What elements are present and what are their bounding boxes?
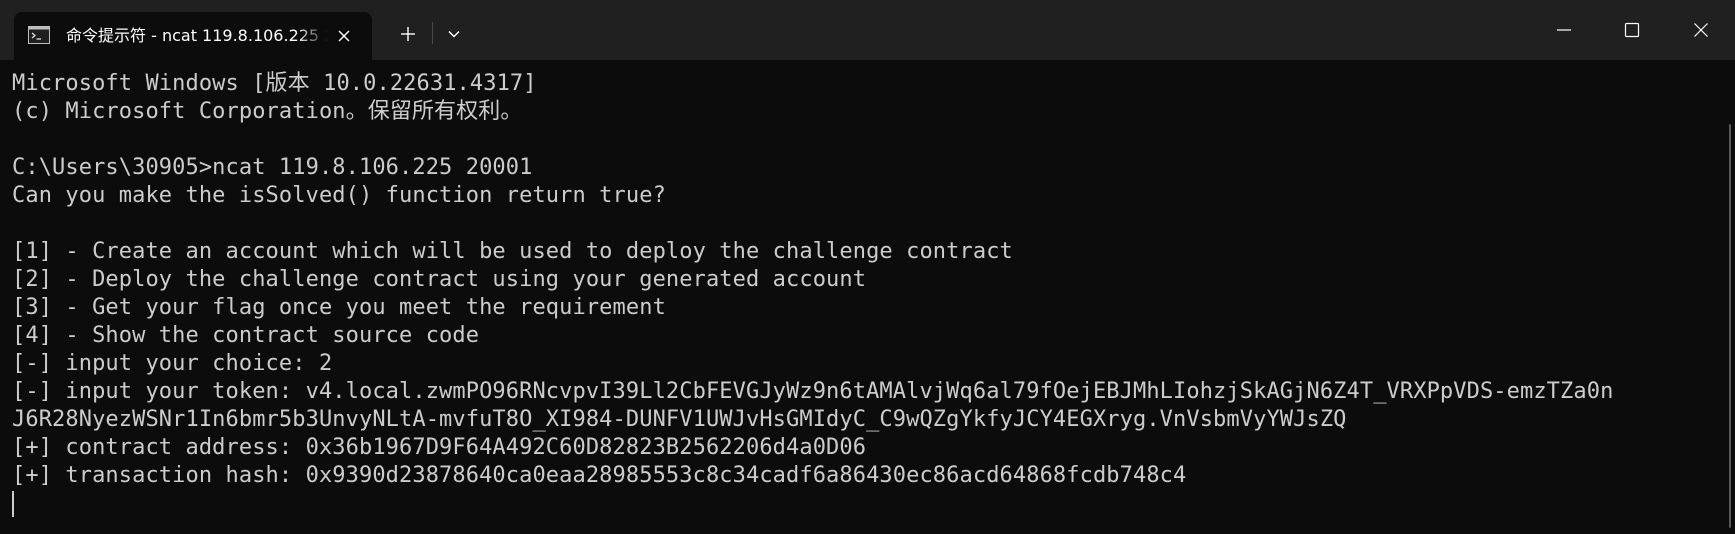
terminal-line: [-] input your choice: 2 [12,351,333,376]
terminal-line: C:\Users\30905>ncat 119.8.106.225 20001 [12,155,533,180]
text-cursor [12,491,14,517]
minimize-icon [1557,29,1571,31]
chevron-down-icon [448,31,460,38]
maximize-button[interactable] [1598,0,1666,60]
close-window-button[interactable] [1667,0,1735,60]
terminal-line: (c) Microsoft Corporation。保留所有权利。 [12,99,523,124]
terminal-lines: Microsoft Windows [版本 10.0.22631.4317] (… [12,70,1613,518]
terminal-line: [1] - Create an account which will be us… [12,239,1013,264]
tab-separator [432,22,433,44]
terminal-line: [+] contract address: 0x36b1967D9F64A492… [12,435,867,460]
terminal-output[interactable]: Microsoft Windows [版本 10.0.22631.4317] (… [0,60,1735,534]
maximize-icon [1624,22,1640,38]
plus-icon [401,27,415,41]
tab-active[interactable]: 命令提示符 - ncat 119.8.106.225 20001 [14,12,372,60]
terminal-line: Can you make the isSolved() function ret… [12,183,666,208]
new-tab-button[interactable] [388,16,428,52]
close-icon [1694,23,1708,37]
terminal-line: [-] input your token: v4.local.zwmPO96RN… [12,379,1614,404]
minimize-button[interactable] [1530,0,1598,60]
terminal-cursor-line [12,490,1613,518]
terminal-window: 命令提示符 - ncat 119.8.106.225 20001 [0,0,1735,534]
scrollbar[interactable] [1729,124,1731,528]
terminal-line: [+] transaction hash: 0x9390d23878640ca0… [12,463,1187,488]
terminal-line: J6R28NyezWSNr1In6bmr5b3UnvyNLtA-mvfuT8O_… [12,407,1347,432]
terminal-line: [3] - Get your flag once you meet the re… [12,295,666,320]
terminal-line: [4] - Show the contract source code [12,323,480,348]
tab-title: 命令提示符 - ncat 119.8.106.225 20001 [66,26,328,45]
terminal-line: [2] - Deploy the challenge contract usin… [12,267,867,292]
tab-dropdown-button[interactable] [436,16,472,52]
terminal-line: Microsoft Windows [版本 10.0.22631.4317] [12,71,537,96]
tab-close-icon[interactable] [332,24,356,48]
title-bar[interactable]: 命令提示符 - ncat 119.8.106.225 20001 [0,0,1735,60]
terminal-icon [28,26,50,44]
